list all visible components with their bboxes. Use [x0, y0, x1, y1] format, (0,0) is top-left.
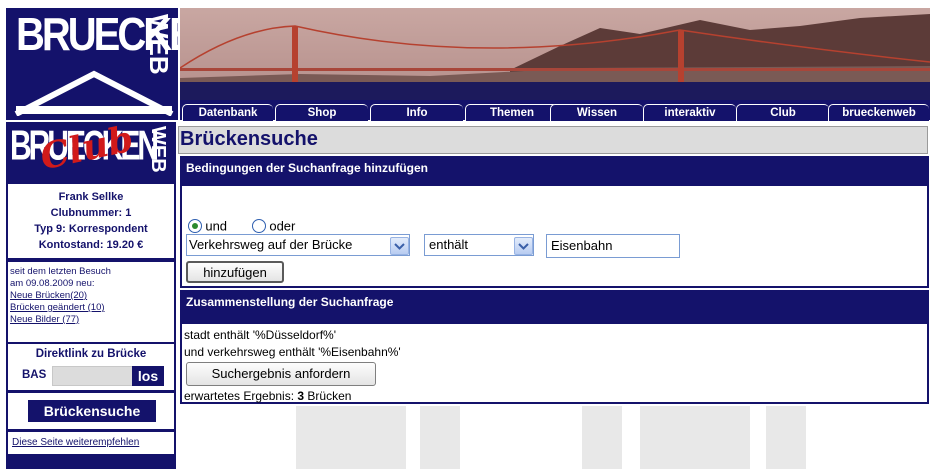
background-column: [766, 406, 806, 469]
bridge-search-box: Brückensuche: [6, 393, 176, 429]
account-balance: Kontostand: 19.20 €: [38, 239, 144, 251]
query-line-1: stadt enthält '%Düsseldorf%': [184, 328, 336, 342]
expected-result: erwartetes Ergebnis: 3 Brücken: [184, 389, 351, 403]
summary-panel: Zusammenstellung der Suchanfrage stadt e…: [180, 290, 929, 404]
background-column: [296, 406, 406, 469]
nav-info[interactable]: Info: [370, 104, 463, 121]
background-column: [640, 406, 750, 469]
page-title: Brückensuche: [180, 128, 318, 150]
operator-select[interactable]: enthält: [424, 234, 534, 256]
expected-prefix: erwartetes Ergebnis:: [184, 389, 298, 403]
chevron-down-icon: [514, 237, 533, 255]
expected-suffix: Brücken: [304, 389, 352, 403]
link-changed-bridges[interactable]: Brücken geändert (10): [10, 302, 172, 314]
summary-header: Zusammenstellung der Suchanfrage: [182, 292, 927, 324]
golden-gate-banner: [180, 8, 930, 100]
radio-oder[interactable]: oder: [252, 218, 295, 233]
radio-oder-label: oder: [269, 218, 296, 234]
add-condition-button[interactable]: hinzufügen: [186, 261, 284, 283]
site-logo[interactable]: BRUECKEN WEB: [6, 8, 178, 120]
visit-text-2: am 09.08.2009 neu:: [10, 278, 95, 289]
member-info: Frank Sellke Clubnummer: 1 Typ 9: Korres…: [6, 184, 176, 258]
nav-themen[interactable]: Themen: [465, 104, 558, 121]
visit-text-1: seit dem letzten Besuch: [10, 266, 111, 277]
bridge-search-button[interactable]: Brückensuche: [28, 400, 156, 422]
nav-brueckenweb[interactable]: brueckenweb: [828, 104, 929, 121]
nav-shop[interactable]: Shop: [275, 104, 368, 121]
field-select-value: Verkehrsweg auf der Brücke: [189, 237, 353, 252]
radio-und-label: und: [205, 218, 228, 234]
nav-datenbank[interactable]: Datenbank: [182, 104, 273, 121]
conditions-panel: Bedingungen der Suchanfrage hinzufügen u…: [180, 156, 929, 288]
nav-interaktiv[interactable]: interaktiv: [643, 104, 736, 121]
club-number: Clubnummer: 1: [50, 207, 132, 219]
radio-oder-control[interactable]: [252, 218, 266, 233]
query-line-2: und verkehrsweg enthält '%Eisenbahn%': [184, 345, 401, 359]
chevron-down-icon: [390, 237, 409, 255]
direct-link-title: Direktlink zu Brücke: [35, 348, 147, 360]
recommend-link[interactable]: Diese Seite weiterempfehlen: [12, 437, 139, 448]
bridge-logo-icon: [14, 70, 174, 116]
radio-und-control[interactable]: [188, 218, 202, 233]
club-web-text: WEB: [147, 126, 169, 173]
background-column: [420, 406, 460, 469]
direct-link-prefix: BAS: [22, 369, 47, 381]
conditions-header: Bedingungen der Suchanfrage hinzufügen: [182, 158, 927, 186]
direct-link-box: Direktlink zu Brücke BAS los: [6, 344, 176, 390]
since-last-visit: seit dem letzten Besuch am 09.08.2009 ne…: [6, 262, 176, 342]
nav-club[interactable]: Club: [736, 104, 829, 121]
radio-und[interactable]: und: [188, 218, 227, 233]
value-input[interactable]: Eisenbahn: [546, 234, 680, 258]
field-select[interactable]: Verkehrsweg auf der Brücke: [186, 234, 410, 256]
member-type: Typ 9: Korrespondent: [34, 223, 148, 235]
direct-link-go-button[interactable]: los: [132, 366, 164, 386]
nav-wissen[interactable]: Wissen: [550, 104, 643, 121]
link-new-bridges[interactable]: Neue Brücken(20): [10, 290, 172, 302]
member-name: Frank Sellke: [58, 191, 124, 203]
recommend-box: Diese Seite weiterempfehlen: [6, 432, 176, 454]
background-column: [582, 406, 622, 469]
bridge-id-input[interactable]: [52, 366, 134, 386]
club-logo: BRUECKEN Club WEB: [10, 124, 170, 182]
link-new-images[interactable]: Neue Bilder (77): [10, 314, 172, 326]
main-navigation: Datenbank Shop Info Themen Wissen intera…: [180, 100, 930, 121]
operator-select-value: enthält: [429, 237, 469, 252]
request-results-button[interactable]: Suchergebnis anfordern: [186, 362, 376, 386]
